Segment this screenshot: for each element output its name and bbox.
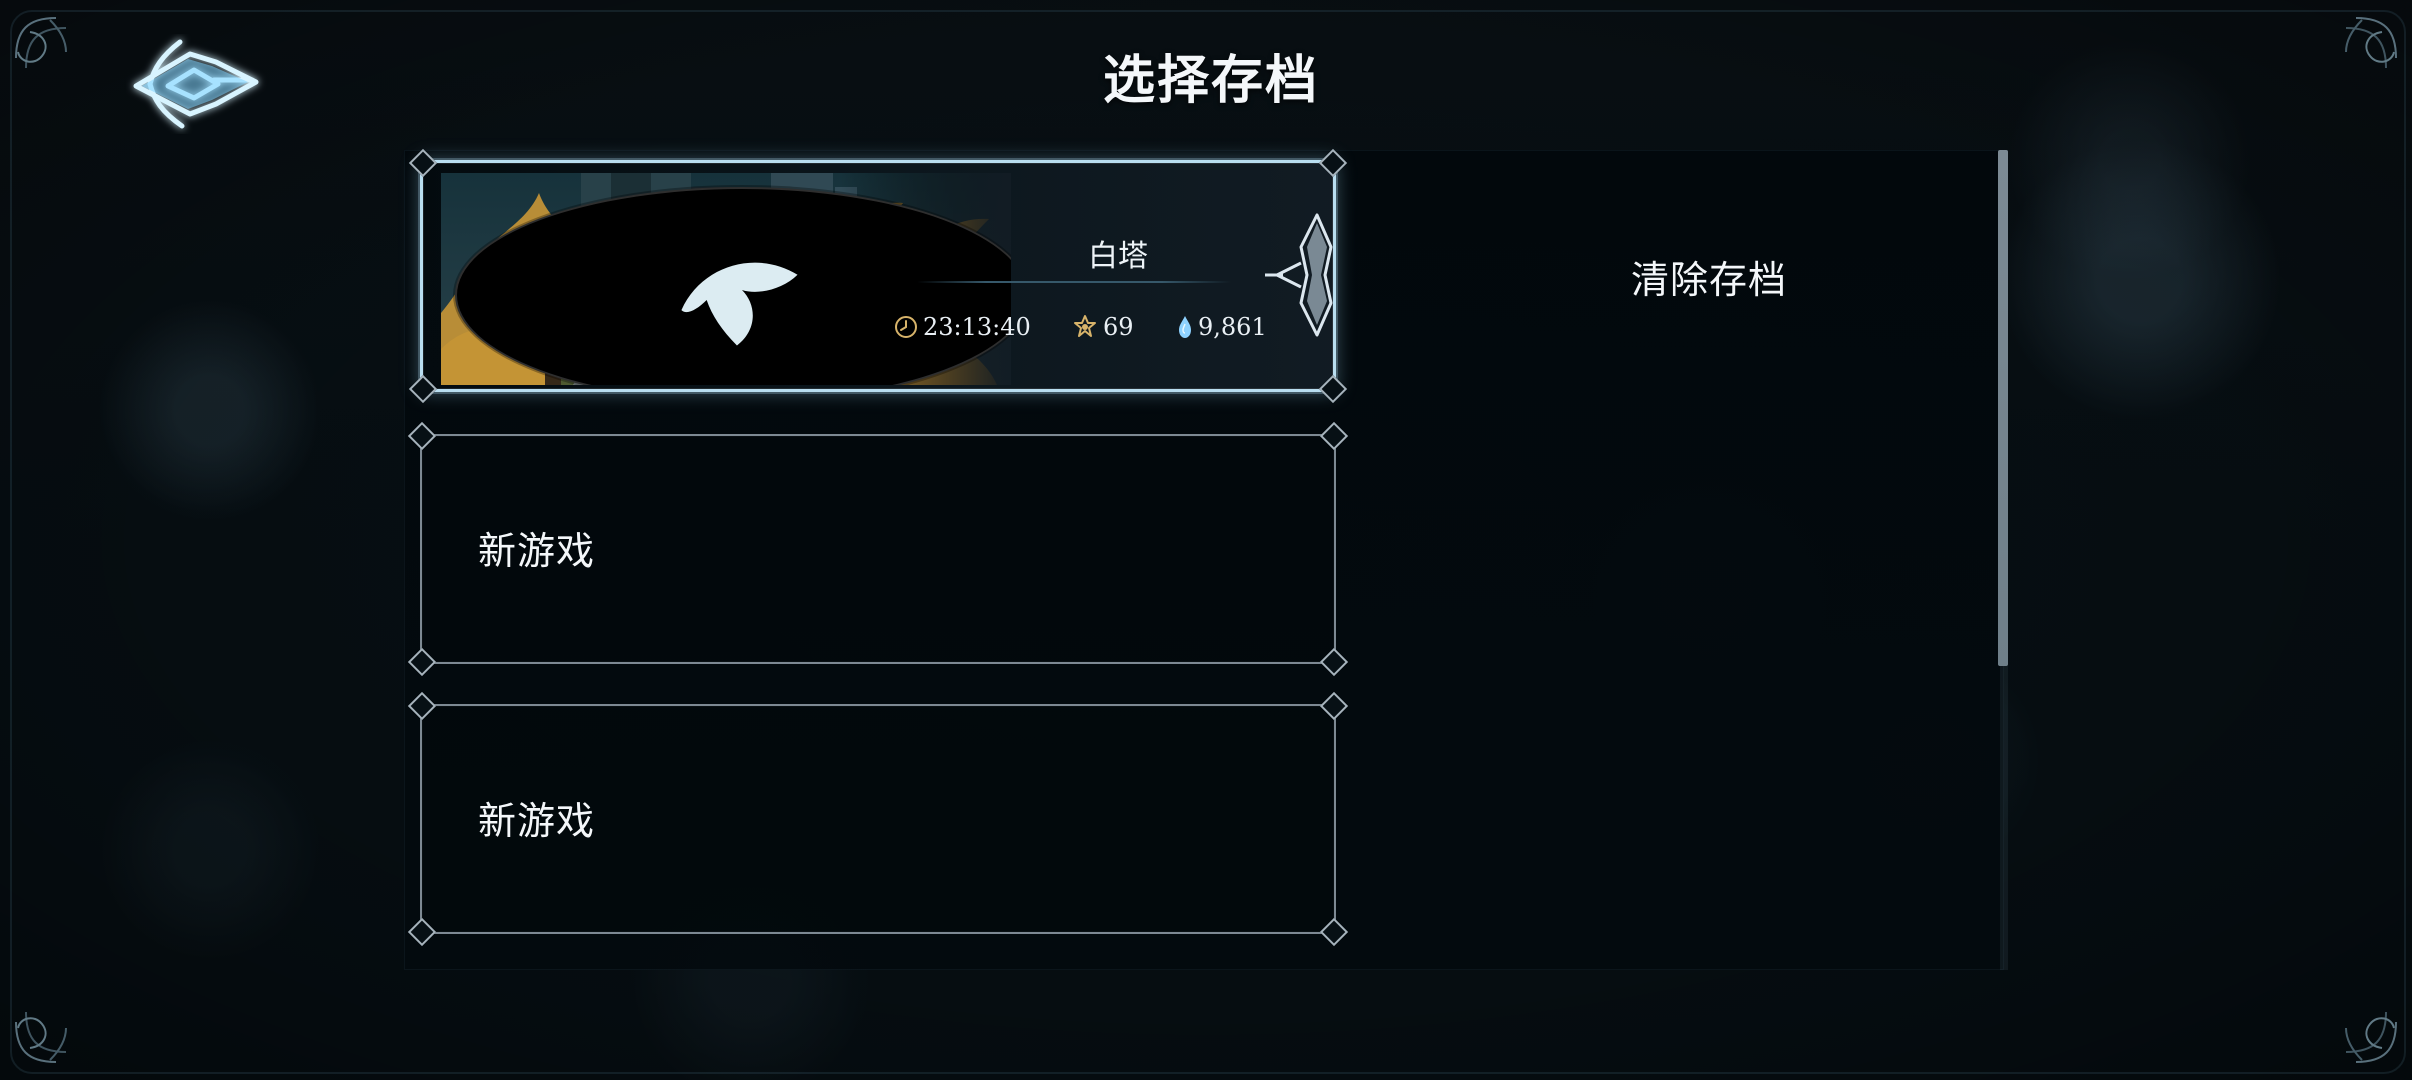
soul-drop-icon <box>1179 316 1191 338</box>
location-thumbnail <box>441 173 1011 385</box>
game-screen: 选择存档 白塔 23:13:40 69 9,861 新游戏 新游戏 清除存档 <box>0 0 2412 1080</box>
clock-icon <box>895 316 917 338</box>
play-time-value: 23:13:40 <box>923 313 1031 341</box>
level-icon <box>1074 315 1096 337</box>
corner-ornament-icon <box>15 1011 67 1063</box>
save-info-divider <box>917 281 1231 283</box>
corner-ornament-icon <box>2345 1011 2397 1063</box>
play-time-stat: 23:13:40 <box>893 309 1031 345</box>
save-slot-new-game[interactable]: 新游戏 <box>407 434 1349 677</box>
save-location-name: 白塔 <box>1088 239 1148 274</box>
soul-value: 9,861 <box>1198 313 1267 341</box>
back-arrow-icon <box>133 39 259 129</box>
save-slot-selected[interactable]: 白塔 23:13:40 69 9,861 <box>408 160 1348 404</box>
clear-save-button[interactable]: 清除存档 <box>1620 250 1798 310</box>
scrollbar-thumb[interactable] <box>1998 150 2008 666</box>
soul-stat: 9,861 <box>1176 309 1267 345</box>
new-game-label: 新游戏 <box>478 529 596 573</box>
back-button[interactable] <box>126 34 276 134</box>
level-value: 69 <box>1103 313 1134 341</box>
page-title: 选择存档 <box>1102 50 1319 111</box>
corner-ornament-icon <box>2345 17 2397 69</box>
save-slot-new-game[interactable]: 新游戏 <box>407 704 1349 947</box>
corner-ornament-icon <box>15 17 67 69</box>
new-game-label: 新游戏 <box>478 799 596 843</box>
crest-icon <box>1265 213 1333 337</box>
level-stat: 69 <box>1071 309 1134 345</box>
